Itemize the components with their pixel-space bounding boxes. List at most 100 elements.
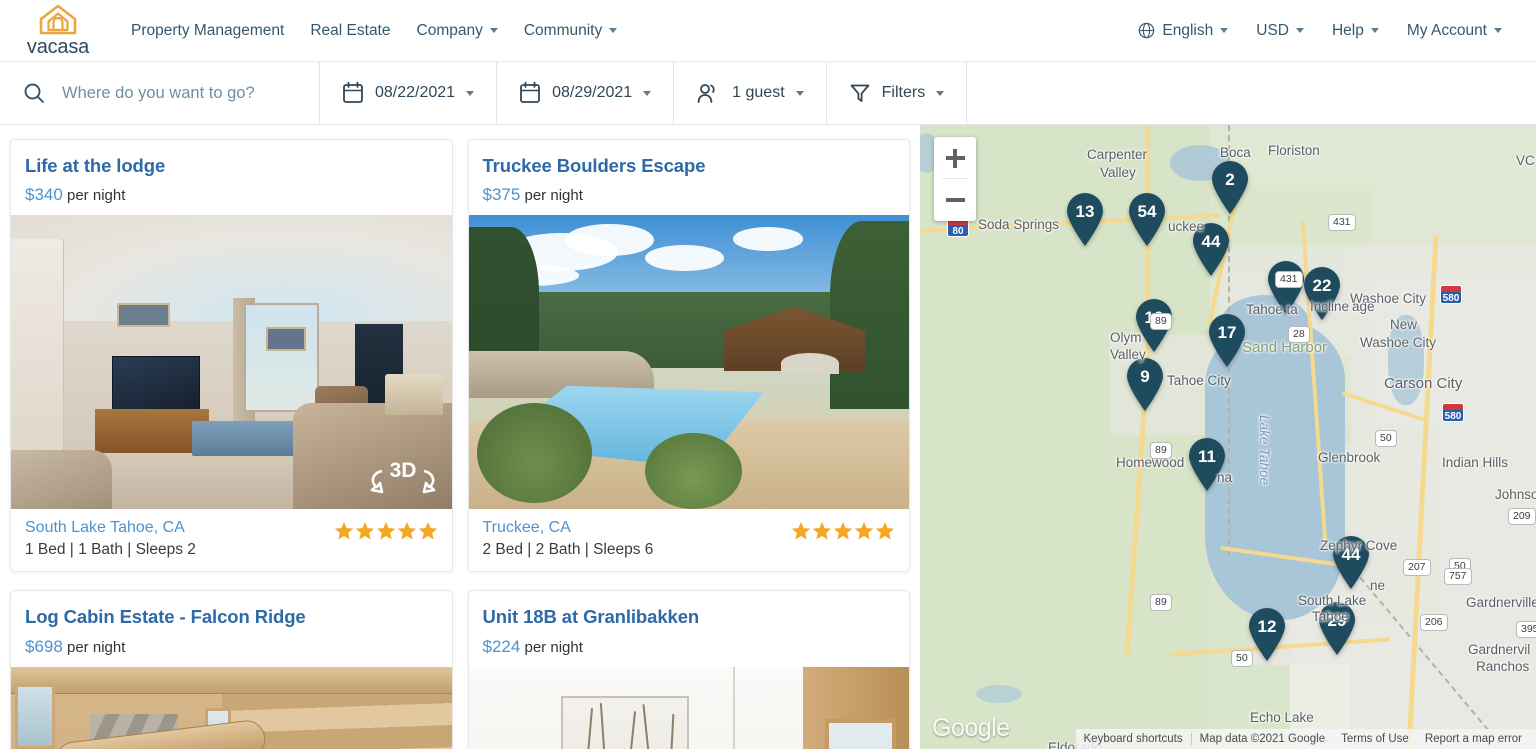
main-navigation: Property Management Real Estate Company … bbox=[118, 16, 630, 46]
map-marker-icon bbox=[1319, 602, 1355, 655]
help-menu[interactable]: Help bbox=[1318, 16, 1393, 46]
star-icon bbox=[833, 522, 853, 540]
listing-price: $375 per night bbox=[483, 185, 896, 205]
map-pin[interactable]: 11 bbox=[1185, 437, 1229, 492]
map-zoom-out-button[interactable] bbox=[934, 179, 976, 221]
keyboard-shortcuts-link[interactable]: Keyboard shortcuts bbox=[1076, 733, 1191, 745]
listing-card[interactable]: Truckee Boulders Escape $375 per night T… bbox=[467, 139, 910, 573]
check-in-value: 08/22/2021 bbox=[375, 84, 456, 101]
chevron-down-icon bbox=[936, 90, 945, 96]
nav-label: Real Estate bbox=[310, 21, 391, 39]
map-marker-icon bbox=[1193, 223, 1229, 276]
listing-photo[interactable] bbox=[468, 215, 909, 510]
route-shield: 50 bbox=[1231, 650, 1253, 668]
language-selector[interactable]: English bbox=[1124, 16, 1242, 46]
map-pin[interactable]: 9 bbox=[1123, 357, 1167, 412]
currency-selector[interactable]: USD bbox=[1242, 16, 1318, 46]
vacasa-logo[interactable]: vacasa bbox=[22, 4, 94, 57]
star-icon bbox=[854, 522, 874, 540]
site-header: vacasa Property Management Real Estate C… bbox=[0, 0, 1536, 62]
map-marker-icon bbox=[1067, 193, 1103, 246]
nav-item-real-estate[interactable]: Real Estate bbox=[297, 16, 403, 46]
listing-location[interactable]: South Lake Tahoe, CA bbox=[25, 519, 196, 537]
map-pin[interactable]: 22 bbox=[1300, 266, 1344, 321]
map-pin[interactable]: 44 bbox=[1329, 535, 1373, 590]
search-input[interactable] bbox=[60, 82, 300, 104]
account-label: My Account bbox=[1406, 21, 1487, 39]
filters-button[interactable]: Filters bbox=[827, 62, 968, 124]
check-in-date-picker[interactable]: 08/22/2021 bbox=[320, 62, 498, 124]
guests-icon bbox=[697, 84, 715, 103]
map-zoom-controls bbox=[934, 137, 976, 221]
nav-item-company[interactable]: Company bbox=[404, 16, 511, 46]
help-label: Help bbox=[1331, 21, 1364, 39]
chevron-down-icon bbox=[1370, 28, 1379, 33]
terms-of-use-link[interactable]: Terms of Use bbox=[1333, 733, 1417, 745]
listing-card[interactable]: Life at the lodge $340 per night 3D Sout… bbox=[10, 139, 453, 573]
map-marker-icon bbox=[1209, 314, 1245, 367]
listing-location[interactable]: Truckee, CA bbox=[483, 519, 654, 537]
listing-footer: Truckee, CA 2 Bed | 2 Bath | Sleeps 6 bbox=[469, 509, 910, 571]
map-pin[interactable]: 2 bbox=[1208, 160, 1252, 215]
listing-photo[interactable] bbox=[11, 666, 452, 749]
listing-rating-stars bbox=[791, 521, 895, 541]
listing-price-unit: per night bbox=[524, 187, 583, 205]
listing-price: $224 per night bbox=[483, 637, 896, 657]
chevron-down-icon bbox=[1295, 28, 1304, 33]
results-map[interactable]: 2 13 54 44 33 22 10 17 bbox=[920, 125, 1536, 749]
listing-card[interactable]: Log Cabin Estate - Falcon Ridge $698 per… bbox=[10, 590, 453, 749]
log-cabin-photo bbox=[11, 666, 452, 749]
chevron-down-icon bbox=[643, 90, 652, 96]
map-pin[interactable]: 29 bbox=[1315, 601, 1359, 656]
route-shield: 89 bbox=[1150, 313, 1172, 331]
destination-search[interactable] bbox=[0, 62, 320, 124]
star-icon bbox=[812, 522, 832, 540]
listings-panel[interactable]: Life at the lodge $340 per night 3D Sout… bbox=[0, 125, 920, 749]
map-marker-icon bbox=[1189, 438, 1225, 491]
route-shield: 209 bbox=[1508, 508, 1536, 526]
listing-header: Life at the lodge $340 per night bbox=[11, 140, 452, 215]
interstate-shield: 580 bbox=[1442, 403, 1464, 422]
star-icon bbox=[355, 522, 374, 540]
guest-selector[interactable]: 1 guest bbox=[674, 62, 827, 124]
listing-price-amount: $224 bbox=[482, 636, 521, 656]
nav-item-property-management[interactable]: Property Management bbox=[118, 16, 297, 46]
map-pin[interactable]: 54 bbox=[1125, 192, 1169, 247]
header-utility-nav: English USD Help My Account bbox=[1124, 16, 1516, 46]
star-icon bbox=[334, 522, 353, 540]
listing-title[interactable]: Truckee Boulders Escape bbox=[483, 155, 896, 176]
map-zoom-in-button[interactable] bbox=[934, 137, 976, 179]
language-label: English bbox=[1162, 21, 1214, 39]
nav-item-community[interactable]: Community bbox=[511, 16, 630, 46]
listing-title[interactable]: Unit 18B at Granlibakken bbox=[483, 606, 896, 627]
map-pin[interactable]: 44 bbox=[1189, 222, 1233, 277]
route-shield: 431 bbox=[1275, 271, 1303, 289]
listing-photo[interactable]: 3D bbox=[11, 215, 452, 510]
star-icon bbox=[875, 522, 895, 540]
search-icon bbox=[24, 83, 44, 103]
map-pin[interactable]: 17 bbox=[1205, 313, 1249, 368]
chevron-down-icon bbox=[466, 90, 475, 96]
listing-price: $340 per night bbox=[25, 185, 438, 205]
map-attribution-bar: Keyboard shortcuts Map data ©2021 Google… bbox=[1075, 729, 1536, 749]
route-shield: 207 bbox=[1403, 559, 1431, 577]
listing-card[interactable]: Unit 18B at Granlibakken $224 per night bbox=[467, 590, 910, 749]
calendar-icon bbox=[343, 81, 363, 103]
listing-price-unit: per night bbox=[67, 187, 126, 205]
listing-title[interactable]: Log Cabin Estate - Falcon Ridge bbox=[25, 606, 438, 627]
chevron-down-icon bbox=[489, 28, 498, 33]
check-out-date-picker[interactable]: 08/29/2021 bbox=[497, 62, 675, 124]
filter-icon bbox=[850, 84, 870, 102]
listing-header: Log Cabin Estate - Falcon Ridge $698 per… bbox=[11, 591, 452, 666]
star-icon bbox=[397, 522, 416, 540]
map-pin[interactable]: 13 bbox=[1063, 192, 1107, 247]
chevron-down-icon bbox=[795, 90, 804, 96]
map-marker-icon bbox=[1212, 161, 1248, 214]
listing-photo[interactable] bbox=[468, 666, 909, 749]
listing-rating-stars bbox=[334, 521, 438, 541]
listing-title[interactable]: Life at the lodge bbox=[25, 155, 438, 176]
map-marker-icon bbox=[1127, 358, 1163, 411]
google-logo: Google bbox=[932, 714, 1010, 742]
my-account-menu[interactable]: My Account bbox=[1393, 16, 1516, 46]
report-map-error-link[interactable]: Report a map error bbox=[1417, 733, 1530, 745]
